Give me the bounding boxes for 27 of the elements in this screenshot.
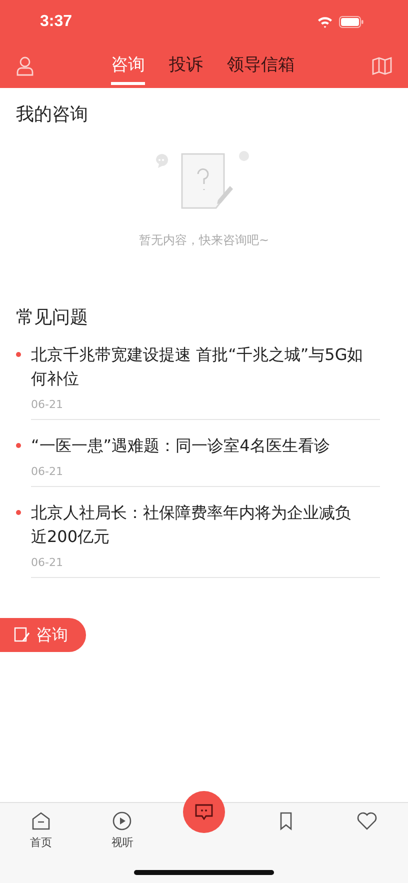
battery-icon	[339, 16, 364, 28]
question-date: 06-21	[31, 398, 64, 411]
section-title: 常见问题	[15, 306, 89, 329]
home-icon	[30, 811, 51, 831]
nav-tab[interactable]: 领导信箱	[227, 47, 295, 85]
section-title: 我的咨询	[15, 103, 89, 126]
message-button[interactable]	[182, 791, 225, 833]
question-title[interactable]: 北京千兆带宽建设提速 首批“千兆之城”与5G如何补位	[31, 343, 380, 391]
play-icon	[112, 811, 132, 831]
question-date: 06-21	[31, 556, 64, 569]
tab-label[interactable]: 视听	[111, 835, 134, 850]
status-time: 3:37	[40, 13, 72, 31]
question-title[interactable]: 北京人社局长：社保障费率年内将为企业减负近200亿元	[31, 501, 380, 549]
bullet-dot	[16, 510, 21, 515]
bullet-dot	[16, 443, 21, 448]
edit-note-icon	[14, 627, 30, 643]
tab-label[interactable]: 首页	[30, 835, 52, 850]
bullet-dot	[16, 352, 21, 357]
wifi-icon	[317, 16, 333, 28]
empty-message: 暂无内容，快来咨询吧~	[138, 232, 270, 249]
map-icon[interactable]	[372, 57, 392, 75]
question-title[interactable]: “一医一患”遇难题：同一诊室4名医生看诊	[31, 434, 380, 458]
chat-bubble-icon	[194, 804, 213, 820]
question-date: 06-21	[31, 465, 64, 478]
nav-tab[interactable]: 投诉	[169, 47, 203, 85]
heart-icon	[356, 811, 378, 831]
profile-icon[interactable]	[16, 56, 34, 76]
